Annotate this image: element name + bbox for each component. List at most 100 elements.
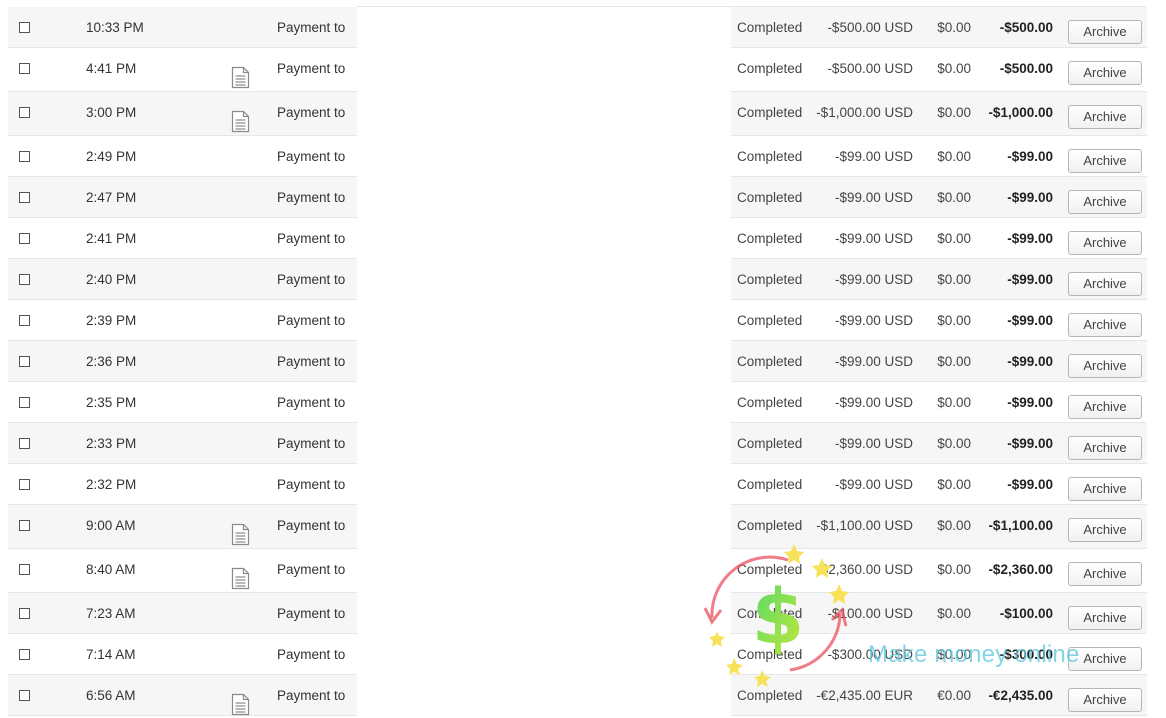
table-row: 8:40 AM Payment to Completed -$2,360.00 … xyxy=(0,549,1166,593)
archive-button[interactable]: Archive xyxy=(1068,313,1142,337)
row-select-checkbox[interactable] xyxy=(19,233,30,244)
row-select-checkbox[interactable] xyxy=(19,274,30,285)
archive-button[interactable]: Archive xyxy=(1068,105,1142,129)
row-select-checkbox[interactable] xyxy=(19,192,30,203)
transaction-gross: -$99.00 USD xyxy=(834,313,913,328)
transaction-net: -$2,360.00 xyxy=(988,562,1053,577)
document-icon[interactable] xyxy=(231,66,250,89)
archive-button[interactable]: Archive xyxy=(1068,395,1142,419)
archive-button[interactable]: Archive xyxy=(1068,231,1142,255)
transaction-fee: $0.00 xyxy=(937,354,971,369)
row-select-checkbox[interactable] xyxy=(19,315,30,326)
archive-button[interactable]: Archive xyxy=(1068,647,1142,671)
archive-button[interactable]: Archive xyxy=(1068,688,1142,712)
table-row: 10:33 PM Payment to Completed -$500.00 U… xyxy=(0,7,1166,48)
transaction-status: Completed xyxy=(737,647,803,662)
transaction-gross: -$99.00 USD xyxy=(834,395,913,410)
row-select-checkbox[interactable] xyxy=(19,151,30,162)
transaction-net: -$1,000.00 xyxy=(988,105,1053,120)
transaction-status: Completed xyxy=(737,231,803,246)
archive-button[interactable]: Archive xyxy=(1068,354,1142,378)
transaction-gross: -$2,360.00 USD xyxy=(816,562,913,577)
transaction-description: Payment to xyxy=(277,562,346,577)
table-row: 2:41 PM Payment to Completed -$99.00 USD… xyxy=(0,218,1166,259)
transaction-status: Completed xyxy=(737,272,803,287)
table-row: 7:23 AM Payment to Completed -$100.00 US… xyxy=(0,593,1166,634)
transaction-net: -$500.00 xyxy=(999,20,1053,35)
archive-button[interactable]: Archive xyxy=(1068,606,1142,630)
row-select-checkbox[interactable] xyxy=(19,690,30,701)
row-select-checkbox[interactable] xyxy=(19,608,30,619)
row-select-checkbox[interactable] xyxy=(19,63,30,74)
transaction-gross: -$300.00 USD xyxy=(827,647,913,662)
archive-button[interactable]: Archive xyxy=(1068,272,1142,296)
document-icon[interactable] xyxy=(231,110,250,133)
transaction-status: Completed xyxy=(737,688,803,703)
transaction-net: -$99.00 xyxy=(1007,395,1053,410)
transaction-description: Payment to xyxy=(277,61,346,76)
transaction-time: 2:39 PM xyxy=(86,313,137,328)
transaction-net: -$99.00 xyxy=(1007,231,1053,246)
transaction-status: Completed xyxy=(737,477,803,492)
transaction-status: Completed xyxy=(737,190,803,205)
transaction-description: Payment to xyxy=(277,149,346,164)
transaction-description: Payment to xyxy=(277,688,346,703)
table-row: 2:35 PM Payment to Completed -$99.00 USD… xyxy=(0,382,1166,423)
transaction-net: -$99.00 xyxy=(1007,313,1053,328)
table-row: 2:40 PM Payment to Completed -$99.00 USD… xyxy=(0,259,1166,300)
table-row: 2:39 PM Payment to Completed -$99.00 USD… xyxy=(0,300,1166,341)
table-row: 2:32 PM Payment to Completed -$99.00 USD… xyxy=(0,464,1166,505)
row-select-checkbox[interactable] xyxy=(19,107,30,118)
table-row: 6:56 AM Payment to Completed -€2,435.00 … xyxy=(0,675,1166,716)
document-icon[interactable] xyxy=(231,693,250,716)
row-select-checkbox[interactable] xyxy=(19,397,30,408)
archive-button[interactable]: Archive xyxy=(1068,518,1142,542)
row-select-checkbox[interactable] xyxy=(19,22,30,33)
row-select-checkbox[interactable] xyxy=(19,520,30,531)
transaction-time: 9:00 AM xyxy=(86,518,136,533)
transaction-fee: $0.00 xyxy=(937,606,971,621)
transaction-net: -$99.00 xyxy=(1007,436,1053,451)
archive-button[interactable]: Archive xyxy=(1068,20,1142,44)
transaction-status: Completed xyxy=(737,395,803,410)
document-icon[interactable] xyxy=(231,567,250,590)
archive-button[interactable]: Archive xyxy=(1068,477,1142,501)
transaction-status: Completed xyxy=(737,354,803,369)
transaction-gross: -$500.00 USD xyxy=(827,61,913,76)
transaction-gross: -$99.00 USD xyxy=(834,436,913,451)
transaction-description: Payment to xyxy=(277,436,346,451)
archive-button[interactable]: Archive xyxy=(1068,61,1142,85)
archive-button[interactable]: Archive xyxy=(1068,149,1142,173)
transaction-fee: $0.00 xyxy=(937,477,971,492)
row-select-checkbox[interactable] xyxy=(19,479,30,490)
row-select-checkbox[interactable] xyxy=(19,438,30,449)
transaction-fee: $0.00 xyxy=(937,105,971,120)
transaction-net: -$500.00 xyxy=(999,61,1053,76)
archive-button[interactable]: Archive xyxy=(1068,190,1142,214)
row-select-checkbox[interactable] xyxy=(19,564,30,575)
document-icon[interactable] xyxy=(231,523,250,546)
row-select-checkbox[interactable] xyxy=(19,649,30,660)
table-row: 2:49 PM Payment to Completed -$99.00 USD… xyxy=(0,136,1166,177)
transaction-net: -$99.00 xyxy=(1007,272,1053,287)
row-select-checkbox[interactable] xyxy=(19,356,30,367)
archive-button[interactable]: Archive xyxy=(1068,436,1142,460)
table-row: 7:14 AM Payment to Completed -$300.00 US… xyxy=(0,634,1166,675)
transaction-net: -$99.00 xyxy=(1007,190,1053,205)
transaction-status: Completed xyxy=(737,20,803,35)
transaction-net: -$1,100.00 xyxy=(988,518,1053,533)
transaction-status: Completed xyxy=(737,61,803,76)
transaction-gross: -$99.00 USD xyxy=(834,354,913,369)
transaction-time: 7:23 AM xyxy=(86,606,136,621)
transaction-gross: -$99.00 USD xyxy=(834,231,913,246)
transaction-description: Payment to xyxy=(277,231,346,246)
archive-button[interactable]: Archive xyxy=(1068,562,1142,586)
transaction-gross: -$99.00 USD xyxy=(834,272,913,287)
transaction-time: 7:14 AM xyxy=(86,647,136,662)
transaction-gross: -$99.00 USD xyxy=(834,477,913,492)
transaction-description: Payment to xyxy=(277,272,346,287)
transaction-description: Payment to xyxy=(277,313,346,328)
transaction-gross: -$99.00 USD xyxy=(834,149,913,164)
transaction-time: 8:40 AM xyxy=(86,562,136,577)
transaction-gross: -$99.00 USD xyxy=(834,190,913,205)
